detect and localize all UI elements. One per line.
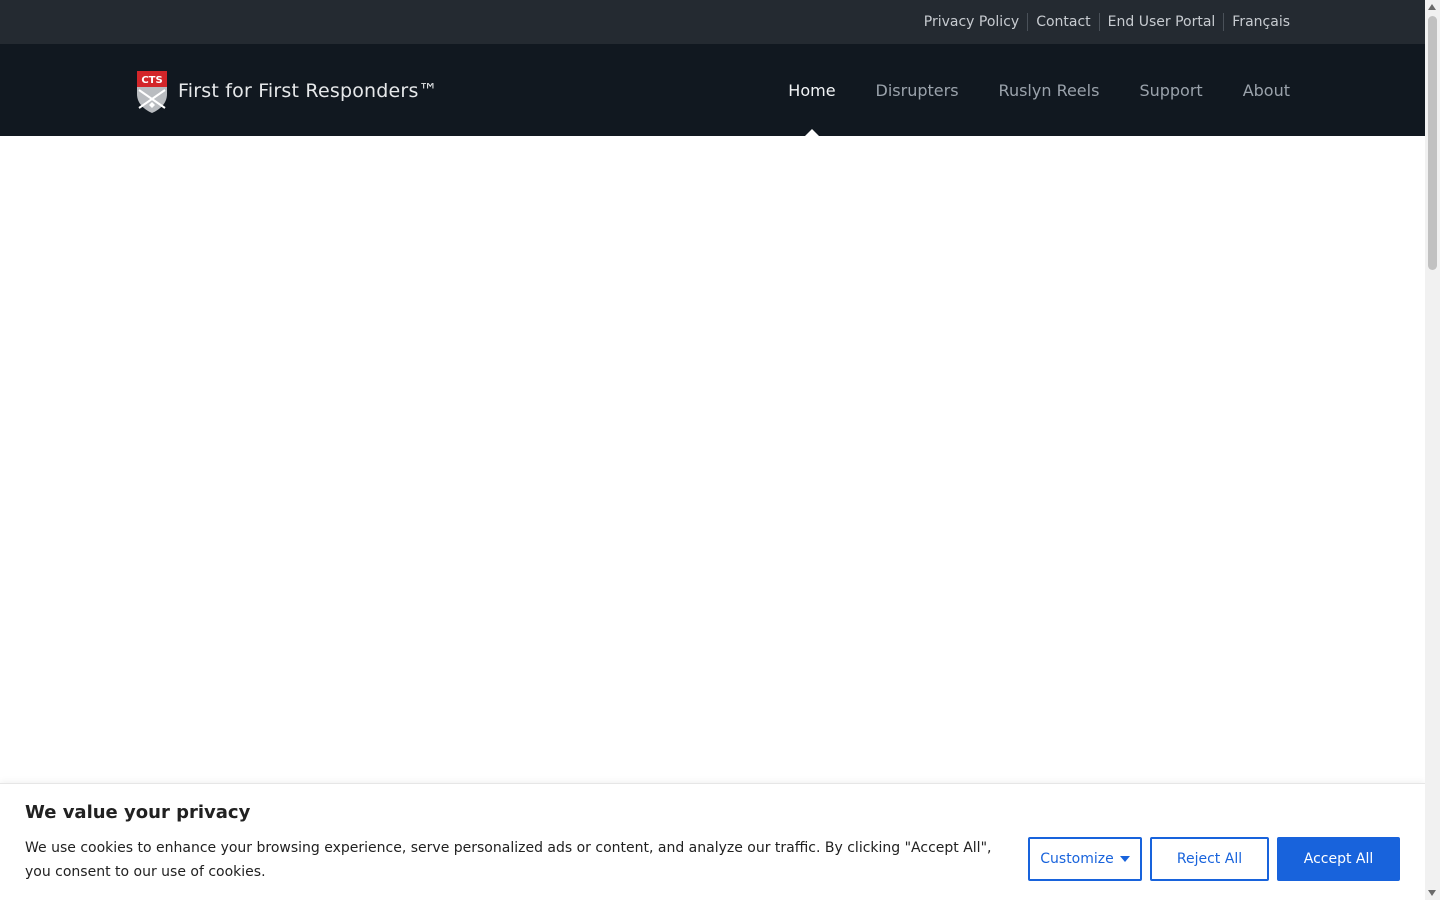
nav-about[interactable]: About [1243,44,1290,136]
end-user-portal-link[interactable]: End User Portal [1098,13,1224,31]
customize-label: Customize [1040,851,1114,867]
brand-tagline: First for First Responders™ [178,80,438,102]
primary-navigation: Home Disrupters Ruslyn Reels Support Abo… [748,44,1290,136]
scrollbar-thumb[interactable] [1428,16,1437,270]
cookie-consent-banner: We value your privacy We use cookies to … [0,783,1425,900]
main-nav: CTS First for First Responders™ Home Dis… [0,44,1425,136]
utility-bar: Privacy Policy Contact End User Portal F… [0,0,1425,44]
customize-button[interactable]: Customize [1028,837,1142,881]
cookie-banner-title: We value your privacy [25,802,251,823]
nav-home-label: Home [788,80,836,100]
privacy-policy-link[interactable]: Privacy Policy [916,13,1027,31]
nav-home[interactable]: Home [788,44,836,136]
language-francais-link[interactable]: Français [1223,13,1290,31]
cts-shield-logo-icon: CTS [137,71,167,113]
accept-all-button[interactable]: Accept All [1277,837,1400,881]
cookie-banner-text: We use cookies to enhance your browsing … [25,840,992,880]
utility-links: Privacy Policy Contact End User Portal F… [916,0,1290,44]
scroll-up-arrow-icon[interactable] [1428,4,1436,10]
active-caret-icon [804,129,819,136]
brand-home-link[interactable]: CTS First for First Responders™ [135,68,438,114]
logo-text: CTS [141,75,162,86]
caret-down-icon [1119,856,1130,862]
contact-link[interactable]: Contact [1027,13,1098,31]
page-viewport: Privacy Policy Contact End User Portal F… [0,0,1425,900]
page-scrollbar[interactable] [1425,0,1440,900]
cookie-actions: Customize Reject All Accept All [1020,837,1400,881]
nav-ruslyn-reels[interactable]: Ruslyn Reels [999,44,1100,136]
nav-support[interactable]: Support [1139,44,1202,136]
nav-disrupters[interactable]: Disrupters [876,44,959,136]
scroll-down-arrow-icon[interactable] [1428,890,1436,896]
reject-all-button[interactable]: Reject All [1150,837,1269,881]
